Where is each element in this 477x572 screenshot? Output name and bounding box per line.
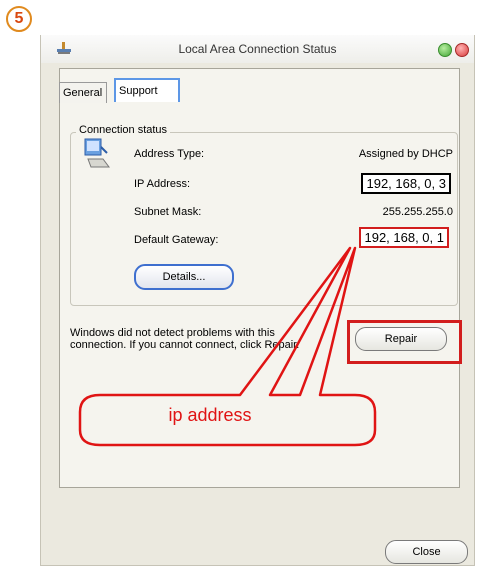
ip-address-callout bbox=[78, 246, 377, 447]
close-button[interactable]: Close bbox=[385, 540, 468, 564]
callout-label: ip address bbox=[168, 405, 252, 425]
